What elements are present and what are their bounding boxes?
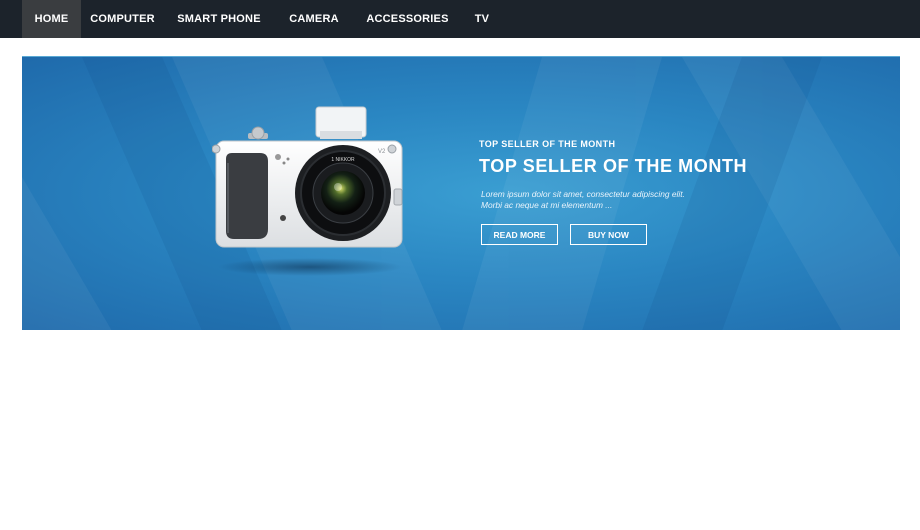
lens-brand-label: 1 NIKKOR	[331, 157, 355, 163]
nav-item-smart-phone[interactable]: SMART PHONE	[164, 0, 274, 38]
nav-item-tv[interactable]: TV	[461, 0, 503, 38]
banner-kicker: TOP SELLER OF THE MONTH	[479, 139, 616, 149]
read-more-button[interactable]: READ MORE	[481, 224, 558, 245]
banner-headline: TOP SELLER OF THE MONTH	[479, 156, 748, 176]
banner-background-pattern	[22, 57, 900, 330]
buy-now-button[interactable]: BUY NOW	[570, 224, 647, 245]
nav-item-camera[interactable]: CAMERA	[274, 0, 354, 38]
nav-item-accessories[interactable]: ACCESSORIES	[354, 0, 461, 38]
banner-description: Lorem ipsum dolor sit amet, consectetur …	[481, 189, 685, 210]
camera-model-label: V2	[378, 149, 386, 155]
main-nav: HOME COMPUTER SMART PHONE CAMERA ACCESSO…	[0, 0, 920, 38]
nav-item-home[interactable]: HOME	[22, 0, 81, 38]
nav-item-computer[interactable]: COMPUTER	[81, 0, 164, 38]
camera-product-image: 1 NIKKOR V2	[212, 106, 403, 276]
hero-banner: 1 NIKKOR V2 TOP SELLER OF THE MONTH TOP …	[22, 56, 900, 330]
